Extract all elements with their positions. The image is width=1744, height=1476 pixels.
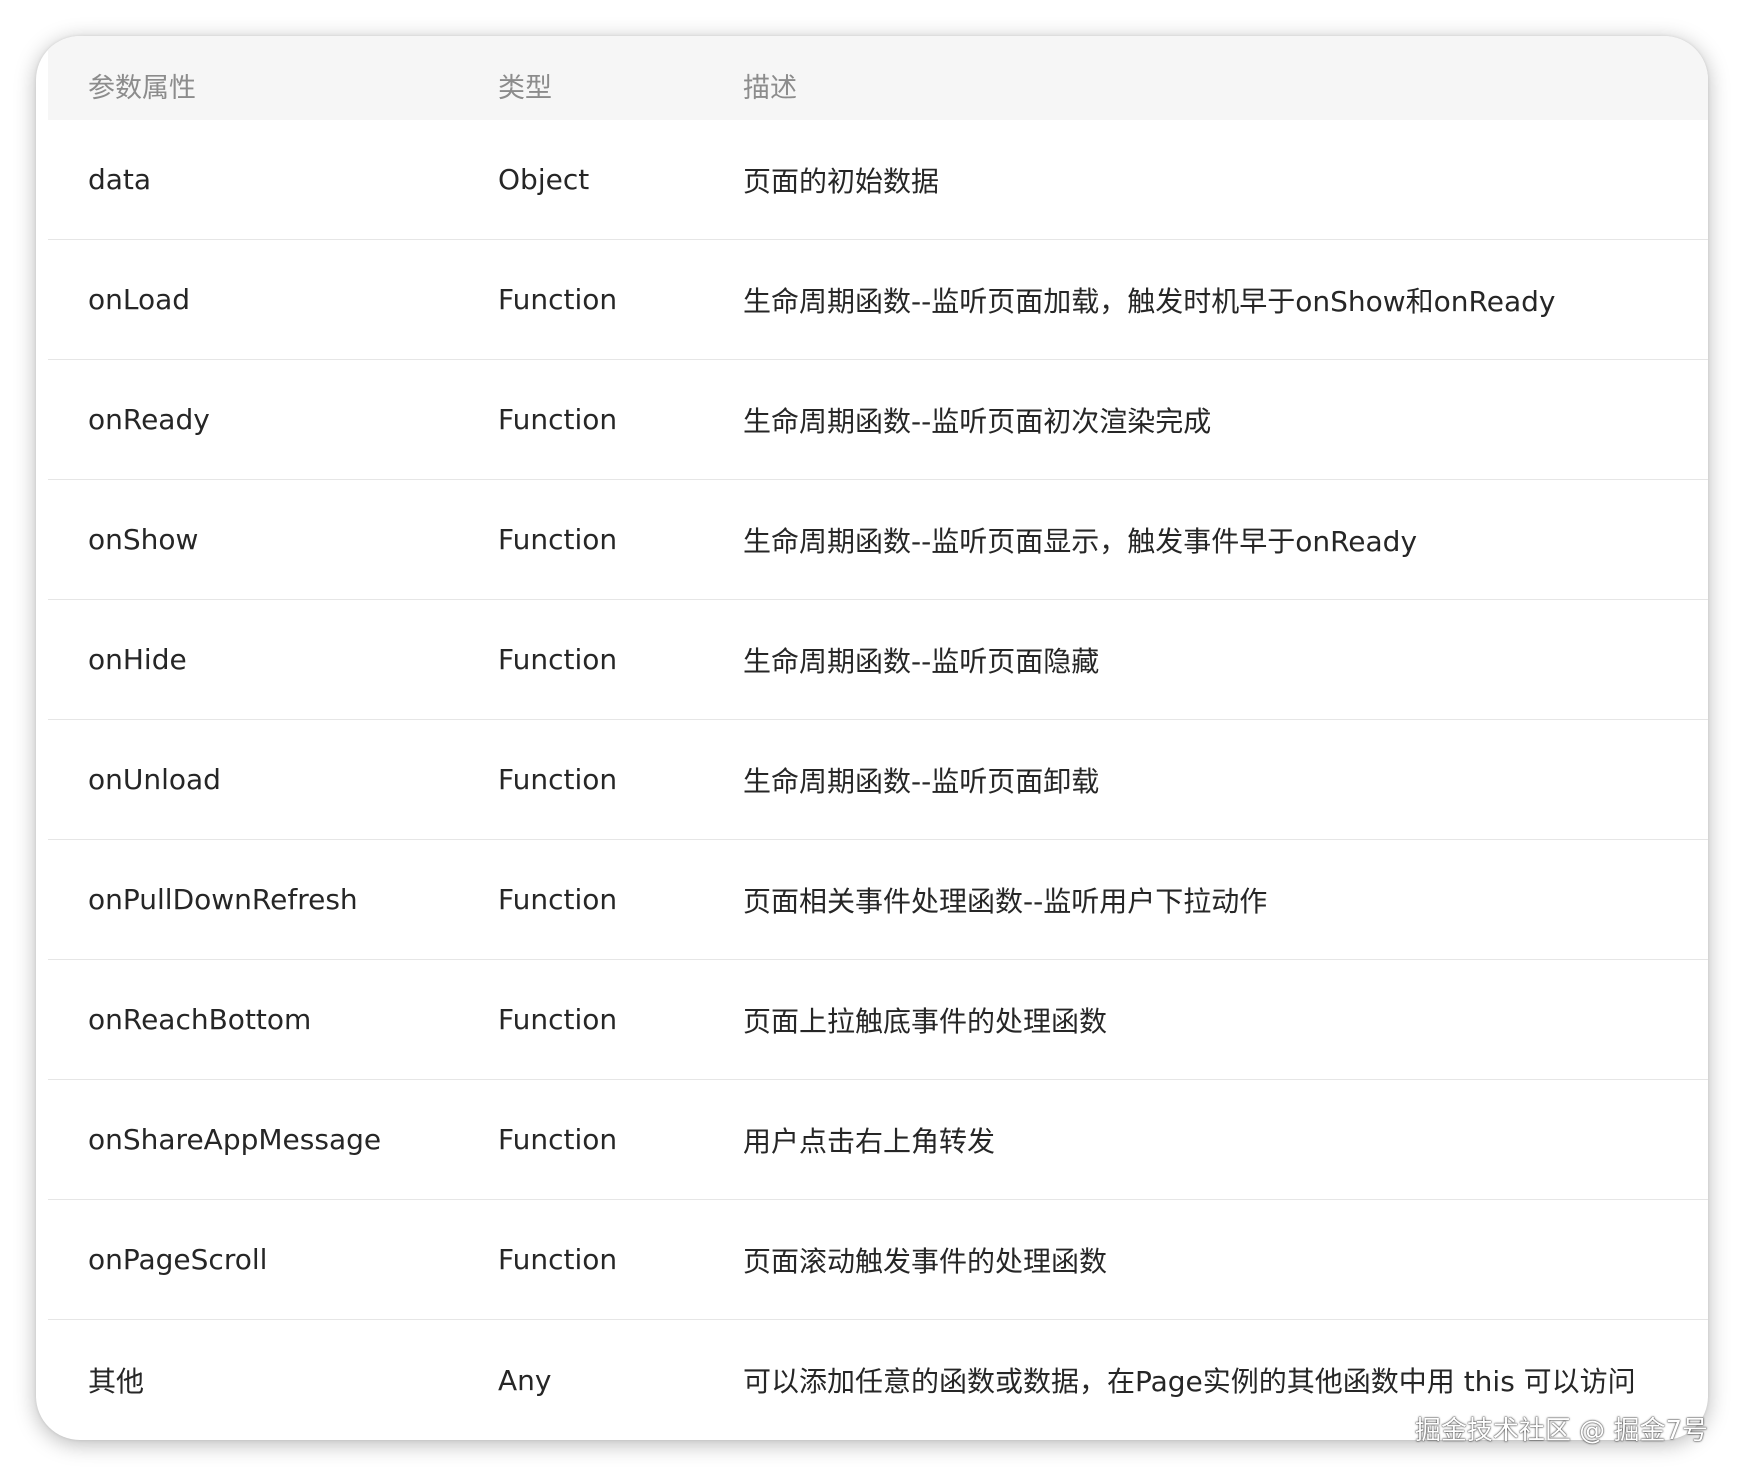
cell-description: 页面上拉触底事件的处理函数 [743, 1004, 1108, 1038]
cell-name: onLoad [88, 283, 191, 316]
cell-name: onReachBottom [88, 1003, 312, 1036]
cell-name: onShow [88, 523, 199, 556]
cell-name: onReady [88, 403, 210, 436]
table-header: 参数属性 类型 描述 [48, 36, 1708, 120]
cell-description: 页面滚动触发事件的处理函数 [743, 1244, 1108, 1278]
cell-type: Function [498, 643, 618, 676]
cell-type: Object [498, 163, 590, 196]
table-row: data Object 页面的初始数据 [48, 120, 1708, 240]
header-type: 类型 [498, 72, 552, 104]
cell-type: Function [498, 1243, 618, 1276]
table-card: 参数属性 类型 描述 data Object 页面的初始数据 onLoad Fu… [36, 36, 1708, 1440]
cell-type: Function [498, 403, 618, 436]
header-param-attribute: 参数属性 [88, 72, 196, 104]
table-row: onUnload Function 生命周期函数--监听页面卸载 [48, 720, 1708, 840]
cell-name: onPullDownRefresh [88, 883, 358, 916]
cell-type: Function [498, 523, 618, 556]
cell-description: 可以添加任意的函数或数据，在Page实例的其他函数中用 this 可以访问 [743, 1365, 1636, 1398]
cell-name: 其他 [88, 1365, 145, 1398]
cell-type: Any [498, 1363, 552, 1397]
cell-type: Function [498, 763, 618, 796]
cell-type: Function [498, 1003, 618, 1036]
cell-name: data [88, 163, 152, 196]
cell-type: Function [498, 1123, 618, 1156]
table-row: onReachBottom Function 页面上拉触底事件的处理函数 [48, 960, 1708, 1080]
table-row: onPageScroll Function 页面滚动触发事件的处理函数 [48, 1200, 1708, 1320]
parameters-table: 参数属性 类型 描述 data Object 页面的初始数据 onLoad Fu… [48, 36, 1708, 1440]
cell-name: onPageScroll [88, 1243, 268, 1276]
cell-description: 生命周期函数--监听页面加载，触发时机早于onShow和onReady [743, 284, 1556, 318]
table-row: onShow Function 生命周期函数--监听页面显示，触发事件早于onR… [48, 480, 1708, 600]
header-description: 描述 [743, 72, 797, 104]
cell-name: onShareAppMessage [88, 1123, 382, 1156]
cell-description: 页面相关事件处理函数--监听用户下拉动作 [743, 884, 1268, 918]
cell-type: Function [498, 283, 618, 316]
cell-description: 生命周期函数--监听页面初次渲染完成 [743, 404, 1212, 438]
cell-description: 页面的初始数据 [743, 164, 940, 198]
cell-type: Function [498, 883, 618, 916]
cell-description: 生命周期函数--监听页面隐藏 [743, 644, 1100, 678]
cell-description: 用户点击右上角转发 [743, 1124, 996, 1158]
table-row: onReady Function 生命周期函数--监听页面初次渲染完成 [48, 360, 1708, 480]
cell-description: 生命周期函数--监听页面显示，触发事件早于onReady [743, 524, 1418, 558]
table-row: onHide Function 生命周期函数--监听页面隐藏 [48, 600, 1708, 720]
watermark-text: 掘金技术社区 @ 掘金7号 [1414, 1416, 1708, 1446]
cell-description: 生命周期函数--监听页面卸载 [743, 764, 1100, 798]
cell-name: onHide [88, 643, 187, 676]
cell-name: onUnload [88, 763, 221, 796]
table-row: onPullDownRefresh Function 页面相关事件处理函数--监… [48, 840, 1708, 960]
table-row: onLoad Function 生命周期函数--监听页面加载，触发时机早于onS… [48, 240, 1708, 360]
table-row: onShareAppMessage Function 用户点击右上角转发 [48, 1080, 1708, 1200]
